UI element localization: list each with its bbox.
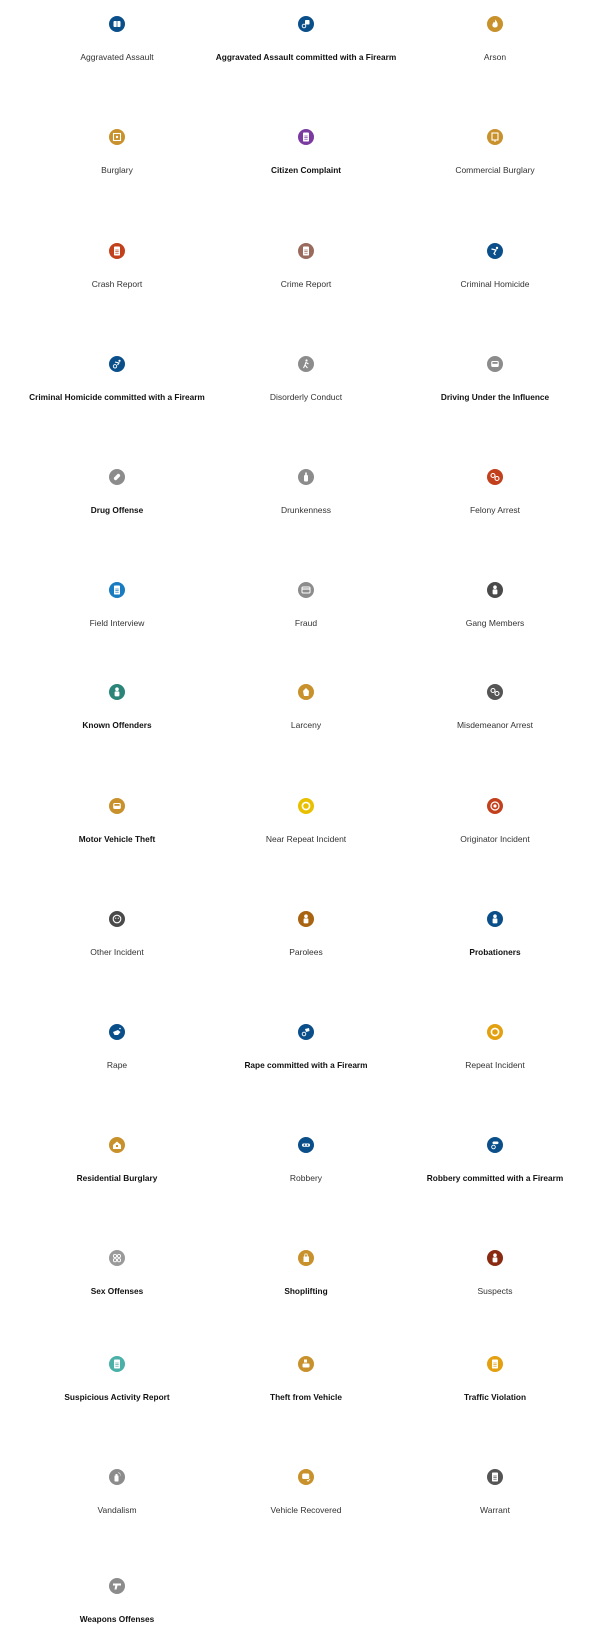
- legend-item-label: Drug Offense: [90, 505, 144, 515]
- document-icon: [109, 243, 125, 259]
- legend-item-label: Theft from Vehicle: [270, 1392, 342, 1402]
- document-icon: [298, 129, 314, 145]
- legend-item-label: Robbery committed with a Firearm: [426, 1173, 564, 1183]
- legend-item-label: Criminal Homicide: [460, 279, 530, 289]
- document-icon: [298, 243, 314, 259]
- legend-item-label: Felony Arrest: [469, 505, 521, 515]
- ring-icon: [487, 1024, 503, 1040]
- fist-icon: [109, 16, 125, 32]
- legend-item-label: Weapons Offenses: [79, 1614, 155, 1624]
- legend-item-label: Traffic Violation: [463, 1392, 527, 1402]
- face-icon: [109, 911, 125, 927]
- legend-item-label: Gang Members: [465, 618, 525, 628]
- legend-item-label: Rape committed with a Firearm: [244, 1060, 368, 1070]
- document-icon: [109, 582, 125, 598]
- legend-item-label: Sex Offenses: [90, 1286, 144, 1296]
- legend-item-label: Robbery: [289, 1173, 323, 1183]
- gender-icon: [109, 1250, 125, 1266]
- legend-item-label: Suspects: [477, 1286, 513, 1296]
- credit-card-icon: [298, 582, 314, 598]
- legend-item-label: Known Offenders: [82, 720, 152, 730]
- legend-item-label: Originator Incident: [460, 834, 530, 844]
- falling-person-gun-icon: [109, 356, 125, 372]
- shopping-bag-icon: [298, 1250, 314, 1266]
- whistle-gun-icon: [298, 1024, 314, 1040]
- mask-gun-icon: [487, 1137, 503, 1153]
- legend-item-label: Probationers: [469, 947, 521, 957]
- legend-item-label: Aggravated Assault committed with a Fire…: [215, 52, 397, 62]
- legend-item-label: Aggravated Assault: [80, 52, 154, 62]
- person-icon: [487, 1250, 503, 1266]
- mask-icon: [298, 1137, 314, 1153]
- car-check-icon: [298, 1469, 314, 1485]
- handgun-icon: [109, 1578, 125, 1594]
- pill-icon: [109, 469, 125, 485]
- ring-icon: [298, 798, 314, 814]
- legend-item-label: Repeat Incident: [465, 1060, 525, 1070]
- legend-item-label: Rape: [106, 1060, 128, 1070]
- bottle-icon: [298, 469, 314, 485]
- car-front-icon: [109, 798, 125, 814]
- car-hand-icon: [298, 1356, 314, 1372]
- handcuffs-icon: [487, 469, 503, 485]
- flame-icon: [487, 16, 503, 32]
- car-front-icon: [487, 356, 503, 372]
- legend-item-label: Other Incident: [90, 947, 144, 957]
- safe-icon: [109, 129, 125, 145]
- legend-item-label: Residential Burglary: [76, 1173, 158, 1183]
- person-icon: [487, 582, 503, 598]
- house-icon: [109, 1137, 125, 1153]
- spray-can-icon: [109, 1469, 125, 1485]
- legend-item-label: Shoplifting: [284, 1286, 328, 1296]
- legend-item-label: Vandalism: [97, 1505, 137, 1515]
- legend-item-label: Commercial Burglary: [455, 165, 535, 175]
- legend-item-label: Criminal Homicide committed with a Firea…: [29, 392, 205, 402]
- legend-item-label: Vehicle Recovered: [270, 1505, 342, 1515]
- document-icon: [487, 1469, 503, 1485]
- handcuffs-icon: [487, 684, 503, 700]
- legend-item-label: Misdemeanor Arrest: [456, 720, 534, 730]
- fist-gun-icon: [298, 16, 314, 32]
- legend-item-label: Crime Report: [280, 279, 332, 289]
- target-icon: [487, 798, 503, 814]
- legend-item-label: Near Repeat Incident: [265, 834, 347, 844]
- legend-item-label: Motor Vehicle Theft: [78, 834, 156, 844]
- legend-item-label: Field Interview: [89, 618, 145, 628]
- hand-grab-icon: [298, 684, 314, 700]
- legend-item-label: Arson: [483, 52, 507, 62]
- legend-item-label: Fraud: [294, 618, 318, 628]
- legend-item-label: Burglary: [101, 165, 133, 175]
- legend-item-label: Citizen Complaint: [270, 165, 342, 175]
- legend-item-label: Drunkenness: [280, 505, 332, 515]
- legend-item-label: Parolees: [289, 947, 323, 957]
- storefront-icon: [487, 129, 503, 145]
- person-icon: [109, 684, 125, 700]
- person-walking-icon: [298, 356, 314, 372]
- legend-item-label: Crash Report: [91, 279, 143, 289]
- whistle-icon: [109, 1024, 125, 1040]
- document-icon: [487, 1356, 503, 1372]
- legend-item-label: Suspicious Activity Report: [64, 1392, 170, 1402]
- person-icon: [298, 911, 314, 927]
- document-icon: [109, 1356, 125, 1372]
- falling-person-icon: [487, 243, 503, 259]
- legend-item-label: Larceny: [290, 720, 322, 730]
- person-icon: [487, 911, 503, 927]
- legend-item-label: Disorderly Conduct: [269, 392, 343, 402]
- legend-item-label: Driving Under the Influence: [440, 392, 550, 402]
- legend-item-label: Warrant: [480, 1505, 510, 1515]
